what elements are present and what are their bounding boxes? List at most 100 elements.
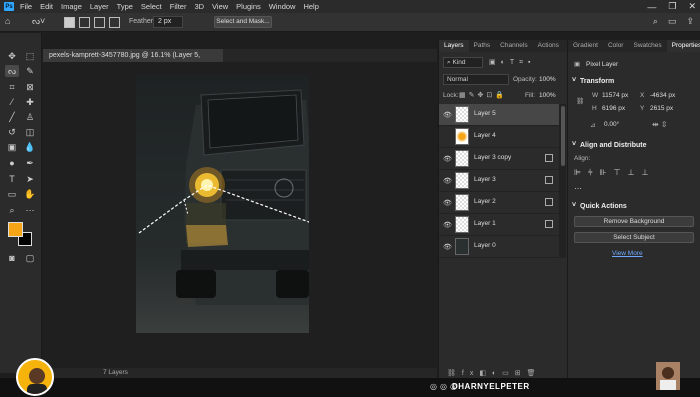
marquee-tool-icon[interactable]: ⬚ bbox=[23, 50, 37, 62]
eyedropper-tool-icon[interactable]: ⁄ bbox=[5, 96, 19, 108]
menu-3d[interactable]: 3D bbox=[194, 2, 204, 11]
gradient-tool-icon[interactable]: ▣ bbox=[5, 141, 19, 153]
layer-name[interactable]: Layer 3 bbox=[474, 176, 496, 183]
zoom-tool-icon[interactable]: ⌕ bbox=[5, 204, 19, 216]
subtract-selection-icon[interactable] bbox=[94, 17, 105, 28]
minimize-icon[interactable]: — bbox=[647, 2, 656, 12]
layer-name[interactable]: Layer 5 bbox=[474, 110, 496, 117]
home-icon[interactable]: ⌂ bbox=[5, 16, 17, 28]
layer-footer-icons[interactable]: ⛓fx◧◐▭⊞🗑 bbox=[447, 369, 542, 377]
pen-tool-icon[interactable]: ✒ bbox=[23, 157, 37, 169]
move-tool-icon[interactable]: ✥ bbox=[5, 50, 19, 62]
chevron-down-icon[interactable]: ˅ bbox=[572, 77, 576, 84]
view-more-link[interactable]: View More bbox=[612, 250, 643, 257]
menu-window[interactable]: Window bbox=[269, 2, 296, 11]
add-selection-icon[interactable] bbox=[79, 17, 90, 28]
share-icon[interactable]: ⇪ bbox=[686, 16, 694, 27]
layer-name[interactable]: Layer 0 bbox=[474, 242, 496, 249]
tab-swatches[interactable]: Swatches bbox=[628, 40, 666, 52]
tab-layers[interactable]: Layers bbox=[439, 40, 469, 52]
workspace-icon[interactable]: ▭ bbox=[668, 16, 677, 27]
new-selection-icon[interactable] bbox=[64, 17, 75, 28]
layer-row[interactable]: 👁 Layer 3 bbox=[439, 170, 559, 192]
lasso-preset-icon[interactable]: ᔓ˅ bbox=[32, 16, 50, 28]
layer-row[interactable]: 👁 Layer 1 bbox=[439, 214, 559, 236]
width-value[interactable]: 11574 px bbox=[602, 92, 628, 99]
layers-scrollbar[interactable] bbox=[559, 104, 566, 258]
history-brush-icon[interactable]: ↺ bbox=[5, 126, 19, 138]
more-options-icon[interactable]: ⋯ bbox=[574, 184, 582, 193]
frame-tool-icon[interactable]: ⊠ bbox=[23, 81, 37, 93]
menu-plugins[interactable]: Plugins bbox=[236, 2, 261, 11]
menu-filter[interactable]: Filter bbox=[170, 2, 187, 11]
document-canvas-image[interactable] bbox=[136, 75, 309, 333]
tab-channels[interactable]: Channels bbox=[495, 40, 532, 52]
remove-background-button[interactable]: Remove Background bbox=[574, 216, 694, 227]
layer-row[interactable]: 👁 Layer 5 bbox=[439, 104, 559, 126]
layer-row[interactable]: 👁 Layer 0 bbox=[439, 236, 559, 258]
layer-filter-select[interactable]: ⌕ Kind bbox=[443, 57, 483, 68]
link-icon[interactable]: ⛓ bbox=[576, 97, 584, 105]
intersect-selection-icon[interactable] bbox=[109, 17, 120, 28]
more-tools-icon[interactable]: ⋯ bbox=[23, 204, 37, 216]
tab-actions[interactable]: Actions bbox=[533, 40, 564, 52]
menu-edit[interactable]: Edit bbox=[40, 2, 53, 11]
chevron-down-icon[interactable]: ˅ bbox=[572, 202, 576, 209]
eye-icon[interactable]: 👁 bbox=[443, 243, 452, 251]
tab-paths[interactable]: Paths bbox=[469, 40, 496, 52]
stamp-tool-icon[interactable]: ♙ bbox=[23, 111, 37, 123]
layer-name[interactable]: Layer 4 bbox=[474, 132, 496, 139]
layer-row[interactable]: 👁 Layer 2 bbox=[439, 192, 559, 214]
restore-icon[interactable]: ❐ bbox=[668, 1, 676, 12]
eye-icon[interactable]: 👁 bbox=[443, 199, 452, 207]
eye-icon[interactable]: 👁 bbox=[443, 155, 452, 163]
opacity-value[interactable]: 100% bbox=[539, 76, 556, 83]
height-value[interactable]: 6196 px bbox=[602, 105, 625, 112]
dodge-tool-icon[interactable]: ● bbox=[5, 157, 19, 169]
angle-value[interactable]: 0.00° bbox=[604, 121, 619, 128]
tab-color[interactable]: Color bbox=[603, 40, 629, 52]
menu-view[interactable]: View bbox=[212, 2, 228, 11]
tab-gradient[interactable]: Gradient bbox=[568, 40, 603, 52]
layer-name[interactable]: Layer 1 bbox=[474, 220, 496, 227]
document-tab[interactable]: pexels-kamprett-3457780.jpg @ 16.1% (Lay… bbox=[43, 49, 223, 72]
y-value[interactable]: 2615 px bbox=[650, 105, 673, 112]
hand-tool-icon[interactable]: ✋ bbox=[23, 188, 37, 200]
close-icon[interactable]: ✕ bbox=[688, 1, 696, 12]
menu-select[interactable]: Select bbox=[141, 2, 162, 11]
search-icon[interactable]: ⌕ bbox=[653, 16, 658, 27]
feather-input[interactable]: 2 px bbox=[153, 16, 183, 28]
select-and-mask-button[interactable]: Select and Mask... bbox=[214, 16, 272, 28]
x-value[interactable]: -4634 px bbox=[650, 92, 675, 99]
chevron-down-icon[interactable]: ˅ bbox=[572, 141, 576, 148]
layer-row[interactable]: 👁 Layer 3 copy bbox=[439, 148, 559, 170]
tab-properties[interactable]: Properties bbox=[666, 40, 700, 52]
screen-mode-icon[interactable]: ▢ bbox=[23, 252, 37, 264]
flip-icons[interactable]: ⇹ ⇳ bbox=[652, 120, 668, 129]
crop-tool-icon[interactable]: ⌗ bbox=[5, 81, 19, 93]
menu-type[interactable]: Type bbox=[117, 2, 133, 11]
foreground-color-swatch[interactable] bbox=[8, 222, 23, 237]
type-tool-icon[interactable]: T bbox=[5, 173, 19, 185]
menu-layer[interactable]: Layer bbox=[90, 2, 109, 11]
fill-value[interactable]: 100% bbox=[539, 92, 556, 99]
align-icons[interactable]: ⊫⫩⊪⊤⊥⊥ bbox=[574, 168, 655, 178]
eye-icon[interactable]: 👁 bbox=[443, 177, 452, 185]
layer-name[interactable]: Layer 2 bbox=[474, 198, 496, 205]
photoshop-logo-icon[interactable]: Ps bbox=[4, 2, 14, 11]
shape-tool-icon[interactable]: ▭ bbox=[5, 188, 19, 200]
layer-row[interactable]: Layer 4 bbox=[439, 126, 559, 148]
quick-mask-icon[interactable]: ◙ bbox=[5, 252, 19, 264]
menu-image[interactable]: Image bbox=[61, 2, 82, 11]
lasso-tool-icon[interactable]: ᔓ bbox=[5, 65, 19, 77]
eraser-tool-icon[interactable]: ◫ bbox=[23, 126, 37, 138]
brush-tool-icon[interactable]: ╱ bbox=[5, 111, 19, 123]
layer-name[interactable]: Layer 3 copy bbox=[474, 154, 511, 161]
blur-tool-icon[interactable]: 💧 bbox=[23, 141, 37, 153]
lock-icons[interactable]: ▦✎✥⊡🔒 bbox=[459, 91, 507, 99]
path-select-tool-icon[interactable]: ➤ bbox=[23, 173, 37, 185]
eye-icon[interactable]: 👁 bbox=[443, 221, 452, 229]
eye-icon[interactable]: 👁 bbox=[443, 111, 452, 119]
filter-icons[interactable]: ▣◐T⌗▪ bbox=[489, 58, 536, 67]
select-subject-button[interactable]: Select Subject bbox=[574, 232, 694, 243]
